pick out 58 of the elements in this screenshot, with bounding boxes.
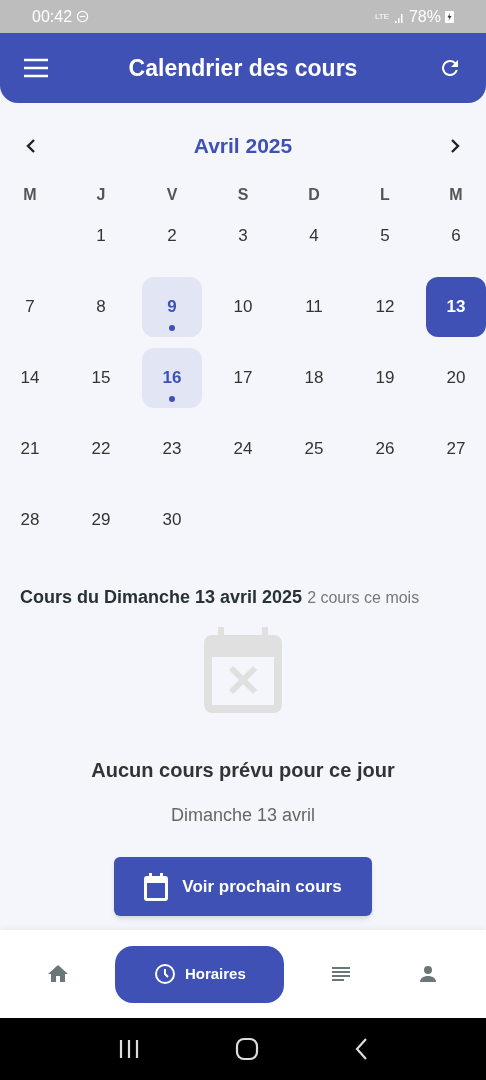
calendar-day[interactable]: 17 [213,348,273,408]
calendar-day[interactable]: 11 [284,277,344,337]
calendar-day[interactable]: 7 [0,277,60,337]
weekday-label: D [307,185,321,205]
nav-tab[interactable]: Horaires [114,945,284,1003]
status-time: 00:42 [32,6,73,27]
battery-icon [445,10,454,23]
menu-icon [23,58,49,78]
calendar-day[interactable]: 9 [142,277,202,337]
calendar-day[interactable]: 18 [284,348,344,408]
calendar-day[interactable]: 12 [355,277,415,337]
home-button-icon[interactable] [235,1037,259,1061]
calendar-day[interactable]: 4 [284,206,344,266]
calendar-day[interactable]: 10 [213,277,273,337]
calendar-icon [144,872,169,901]
next-course-button[interactable]: Voir prochain cours [114,857,372,916]
calendar-day[interactable]: 5 [355,206,415,266]
calendar-day[interactable]: 14 [0,348,60,408]
weekday-label: L [379,185,391,205]
calendar-day[interactable]: 24 [213,419,273,479]
calendar-day[interactable]: 8 [71,277,131,337]
chevron-right-icon [450,138,460,154]
back-icon[interactable] [354,1037,369,1061]
calendar-day[interactable]: 23 [142,419,202,479]
do-not-disturb-icon [76,10,90,23]
battery-level: 78% [408,6,441,27]
weekday-label: M [448,185,464,205]
calendar-day[interactable]: 28 [0,490,60,550]
empty-state-date: Dimanche 13 avril [169,804,317,827]
clock-icon [152,962,177,986]
calendar-day[interactable]: 27 [426,419,486,479]
calendar-day[interactable]: 26 [355,419,415,479]
calendar-day[interactable]: 29 [71,490,131,550]
calendar-day[interactable]: 19 [355,348,415,408]
weekday-label: M [22,185,38,205]
calendar-day[interactable]: 20 [426,348,486,408]
calendar-day[interactable]: 22 [71,419,131,479]
recent-apps-icon[interactable] [117,1039,140,1059]
month-title: Avril 2025 [193,133,293,160]
calendar-day[interactable]: 16 [142,348,202,408]
day-section-title: Cours du Dimanche 13 avril 2025 [20,586,303,609]
weekday-label: S [236,185,250,205]
calendar-day[interactable]: 2 [142,206,202,266]
calendar-cancel-icon [204,627,282,713]
app-title: Calendrier des cours [128,53,358,83]
weekday-label: J [95,185,107,205]
calendar-day[interactable]: 25 [284,419,344,479]
calendar-day[interactable]: 6 [426,206,486,266]
calendar-day[interactable]: 30 [142,490,202,550]
calendar-day[interactable]: 1 [71,206,131,266]
chevron-left-icon [26,138,36,154]
calendar-day[interactable]: 15 [71,348,131,408]
month-course-count: 2 cours ce mois [307,588,420,608]
calendar-day[interactable]: 13 [426,277,486,337]
empty-state-title: Aucun cours prévu pour ce jour [90,758,396,783]
calendar-day[interactable]: 21 [0,419,60,479]
calendar-day[interactable]: 3 [213,206,273,266]
weekday-label: V [165,185,179,205]
